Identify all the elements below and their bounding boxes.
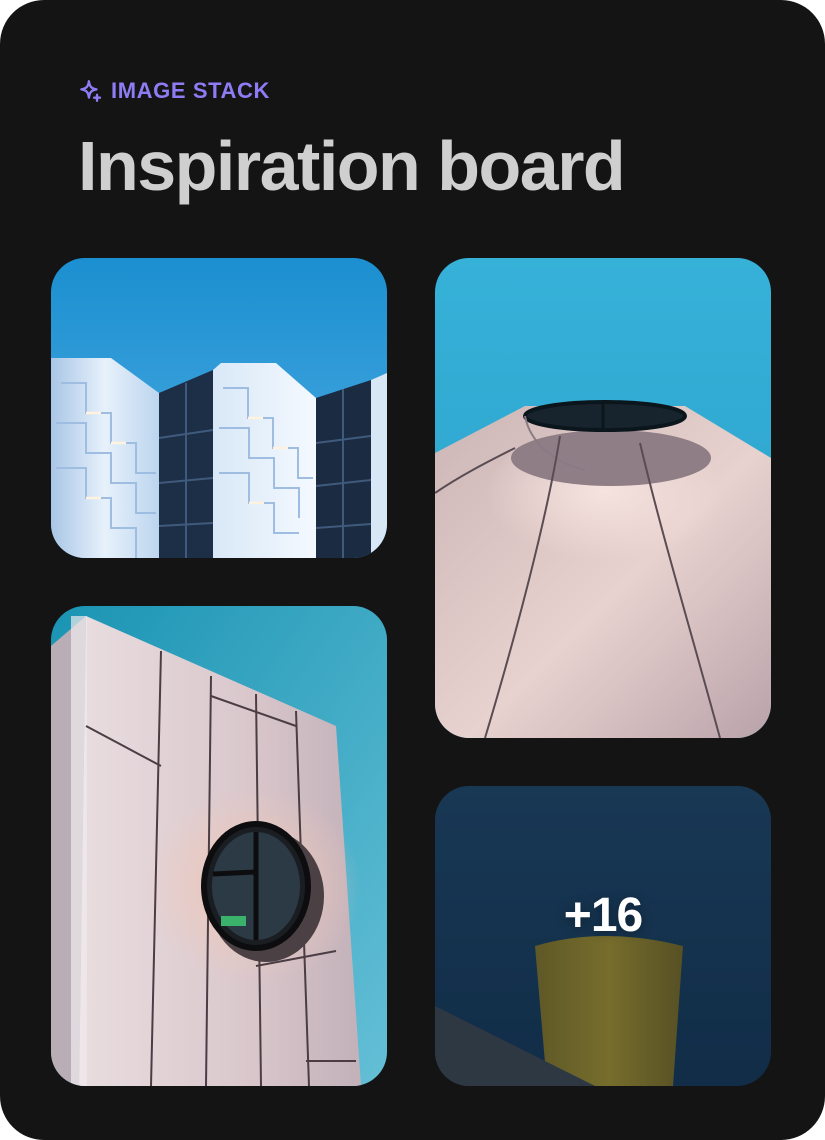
image-tile-porthole[interactable] [51, 606, 387, 1086]
page-title: Inspiration board [78, 127, 626, 205]
facade-image [51, 258, 387, 558]
porthole-image [51, 606, 387, 1086]
eyebrow: IMAGE STACK [77, 77, 270, 105]
more-images-tile[interactable]: +16 [435, 786, 771, 1086]
inspiration-board-card: IMAGE STACK Inspiration board +16 [0, 0, 825, 1140]
image-tile-rooftop[interactable] [435, 258, 771, 738]
rooftop-image [435, 258, 771, 738]
image-tile-facade[interactable] [51, 258, 387, 558]
sparkle-icon [77, 78, 103, 104]
eyebrow-label: IMAGE STACK [111, 78, 270, 103]
more-images-count: +16 [563, 889, 643, 942]
